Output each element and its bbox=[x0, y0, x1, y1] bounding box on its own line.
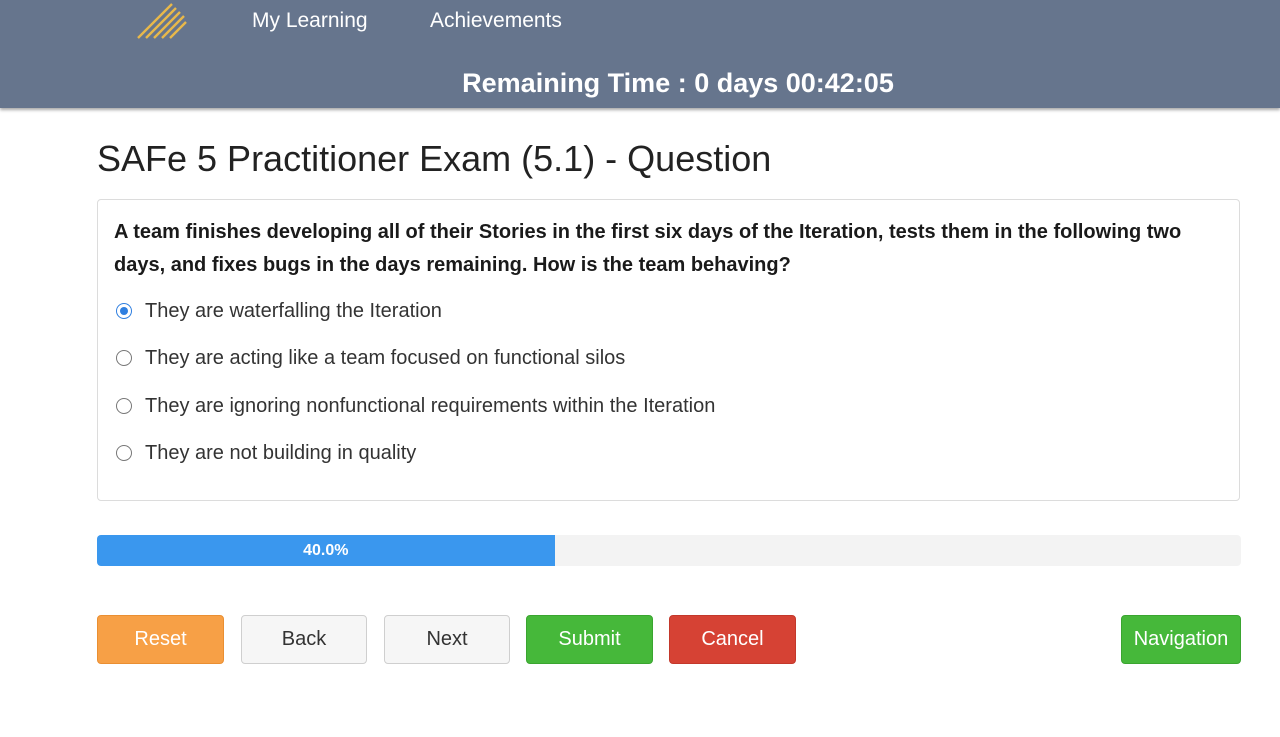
answer-option[interactable]: They are ignoring nonfunctional requirem… bbox=[116, 391, 715, 421]
navigation-button[interactable]: Navigation bbox=[1121, 615, 1241, 664]
logo-icon[interactable] bbox=[134, 0, 190, 42]
radio-button[interactable] bbox=[116, 445, 132, 461]
answer-option-label: They are acting like a team focused on f… bbox=[145, 346, 626, 369]
radio-button[interactable] bbox=[116, 398, 132, 414]
question-text: A team finishes developing all of their … bbox=[114, 221, 1182, 276]
nav-my-learning[interactable]: My Learning bbox=[252, 9, 368, 33]
answer-option-label: They are not building in quality bbox=[145, 441, 417, 464]
reset-button[interactable]: Reset bbox=[97, 615, 224, 664]
answer-option[interactable]: They are waterfalling the Iteration bbox=[116, 296, 442, 326]
answer-option[interactable]: They are not building in quality bbox=[116, 438, 416, 468]
radio-button-selected[interactable] bbox=[116, 303, 132, 319]
answer-option-label: They are waterfalling the Iteration bbox=[145, 299, 442, 322]
question-panel: A team finishes developing all of their … bbox=[97, 199, 1240, 501]
back-button[interactable]: Back bbox=[241, 615, 367, 664]
top-navigation-bar: My Learning Achievements Remaining Time … bbox=[0, 0, 1280, 108]
progress-bar: 40.0% bbox=[97, 535, 1241, 566]
radio-button[interactable] bbox=[116, 350, 132, 366]
page-title: SAFe 5 Practitioner Exam (5.1) - Questio… bbox=[97, 138, 772, 179]
remaining-time: Remaining Time : 0 days 00:42:05 bbox=[462, 68, 894, 98]
nav-achievements[interactable]: Achievements bbox=[430, 9, 562, 33]
cancel-button[interactable]: Cancel bbox=[669, 615, 796, 664]
answer-option-label: They are ignoring nonfunctional requirem… bbox=[145, 394, 716, 417]
answer-option[interactable]: They are acting like a team focused on f… bbox=[116, 343, 625, 373]
progress-label: 40.0% bbox=[303, 542, 349, 559]
submit-button[interactable]: Submit bbox=[526, 615, 653, 664]
next-button[interactable]: Next bbox=[384, 615, 510, 664]
